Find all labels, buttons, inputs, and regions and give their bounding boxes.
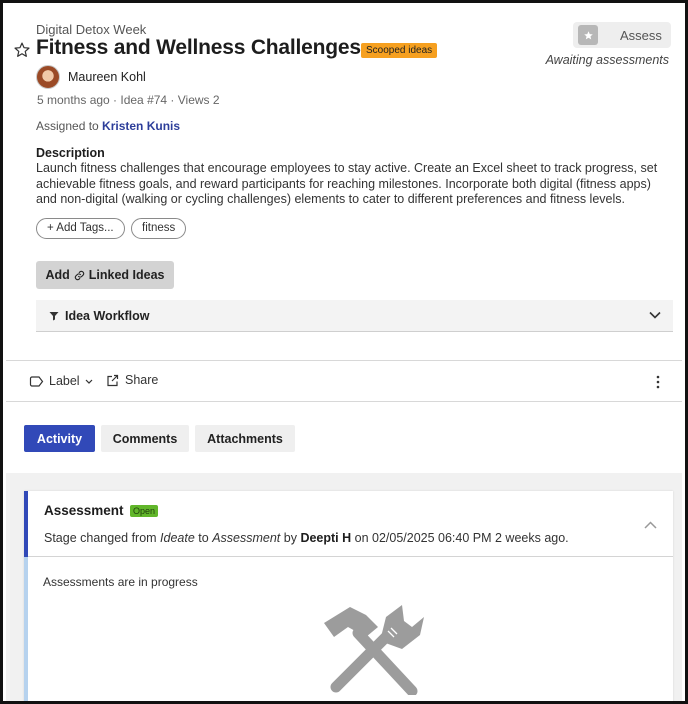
star-icon[interactable] xyxy=(13,41,31,59)
idea-detail-panel: Digital Detox Week Fitness and Wellness … xyxy=(0,0,688,704)
activity-card: Assessment Open Stage changed from Ideat… xyxy=(24,491,673,701)
from-stage: Ideate xyxy=(160,531,195,545)
avatar[interactable] xyxy=(36,65,60,89)
idea-workflow-accordion[interactable]: Idea Workflow xyxy=(36,300,673,332)
share-text: Share xyxy=(125,373,159,387)
assigned-prefix: Assigned to xyxy=(36,119,103,133)
assignee-link[interactable]: Kristen Kunis xyxy=(102,119,180,133)
activity-text: to xyxy=(194,531,213,545)
label-text: Label xyxy=(49,374,80,388)
assess-button-label: Assess xyxy=(620,27,662,43)
add-tags-button[interactable]: + Add Tags... xyxy=(36,218,125,239)
assigned-to: Assigned to Kristen Kunis xyxy=(36,119,180,133)
idea-meta: 5 months ago · Idea #74 · Views 2 xyxy=(37,93,220,107)
card-accent-bar xyxy=(24,557,28,701)
author-name[interactable]: Maureen Kohl xyxy=(68,70,146,84)
actor-name: Deepti H xyxy=(300,531,352,545)
linked-add-label: Add xyxy=(45,268,70,282)
activity-timestamp: on 02/05/2025 06:40 PM 2 weeks ago. xyxy=(351,531,569,545)
activity-card-title: Assessment xyxy=(44,503,124,518)
more-vertical-icon[interactable] xyxy=(651,374,665,390)
progress-text: Assessments are in progress xyxy=(43,575,198,589)
tab-comments[interactable]: Comments xyxy=(101,425,189,452)
tab-attachments[interactable]: Attachments xyxy=(195,425,295,452)
activity-text: by xyxy=(280,531,301,545)
share-button[interactable]: Share xyxy=(106,373,158,387)
workflow-title: Idea Workflow xyxy=(65,308,150,323)
linked-rest-label: Linked Ideas xyxy=(88,268,165,282)
activity-description: Stage changed from Ideate to Assessment … xyxy=(44,531,569,545)
link-icon xyxy=(74,270,84,280)
campaign-name[interactable]: Digital Detox Week xyxy=(36,22,146,37)
assessment-status: Awaiting assessments xyxy=(545,53,669,67)
status-badge: Scooped ideas xyxy=(361,43,438,58)
tools-icon xyxy=(324,605,424,695)
chevron-down-icon xyxy=(85,379,93,384)
tab-activity[interactable]: Activity xyxy=(24,425,95,452)
to-stage: Assessment xyxy=(212,531,281,545)
tag-chip[interactable]: fitness xyxy=(131,218,187,239)
chevron-down-icon xyxy=(649,311,661,319)
idea-title: Fitness and Wellness Challenges xyxy=(36,36,361,59)
assess-button[interactable]: Assess xyxy=(573,22,671,48)
divider xyxy=(6,401,682,402)
share-icon xyxy=(107,374,119,386)
activity-card-header[interactable]: Assessment Open Stage changed from Ideat… xyxy=(28,491,673,557)
label-icon xyxy=(29,375,44,387)
activity-text: Stage changed from xyxy=(44,531,161,545)
chevron-up-icon[interactable] xyxy=(644,521,657,529)
description-heading: Description xyxy=(36,146,105,160)
assess-star-icon xyxy=(578,25,598,45)
filter-icon xyxy=(49,311,59,320)
status-badge: Open xyxy=(130,505,159,517)
description-text: Launch fitness challenges that encourage… xyxy=(36,161,658,207)
label-dropdown[interactable]: Label xyxy=(29,374,93,388)
add-linked-ideas-button[interactable]: Add Linked Ideas xyxy=(36,261,174,289)
divider xyxy=(6,360,682,361)
